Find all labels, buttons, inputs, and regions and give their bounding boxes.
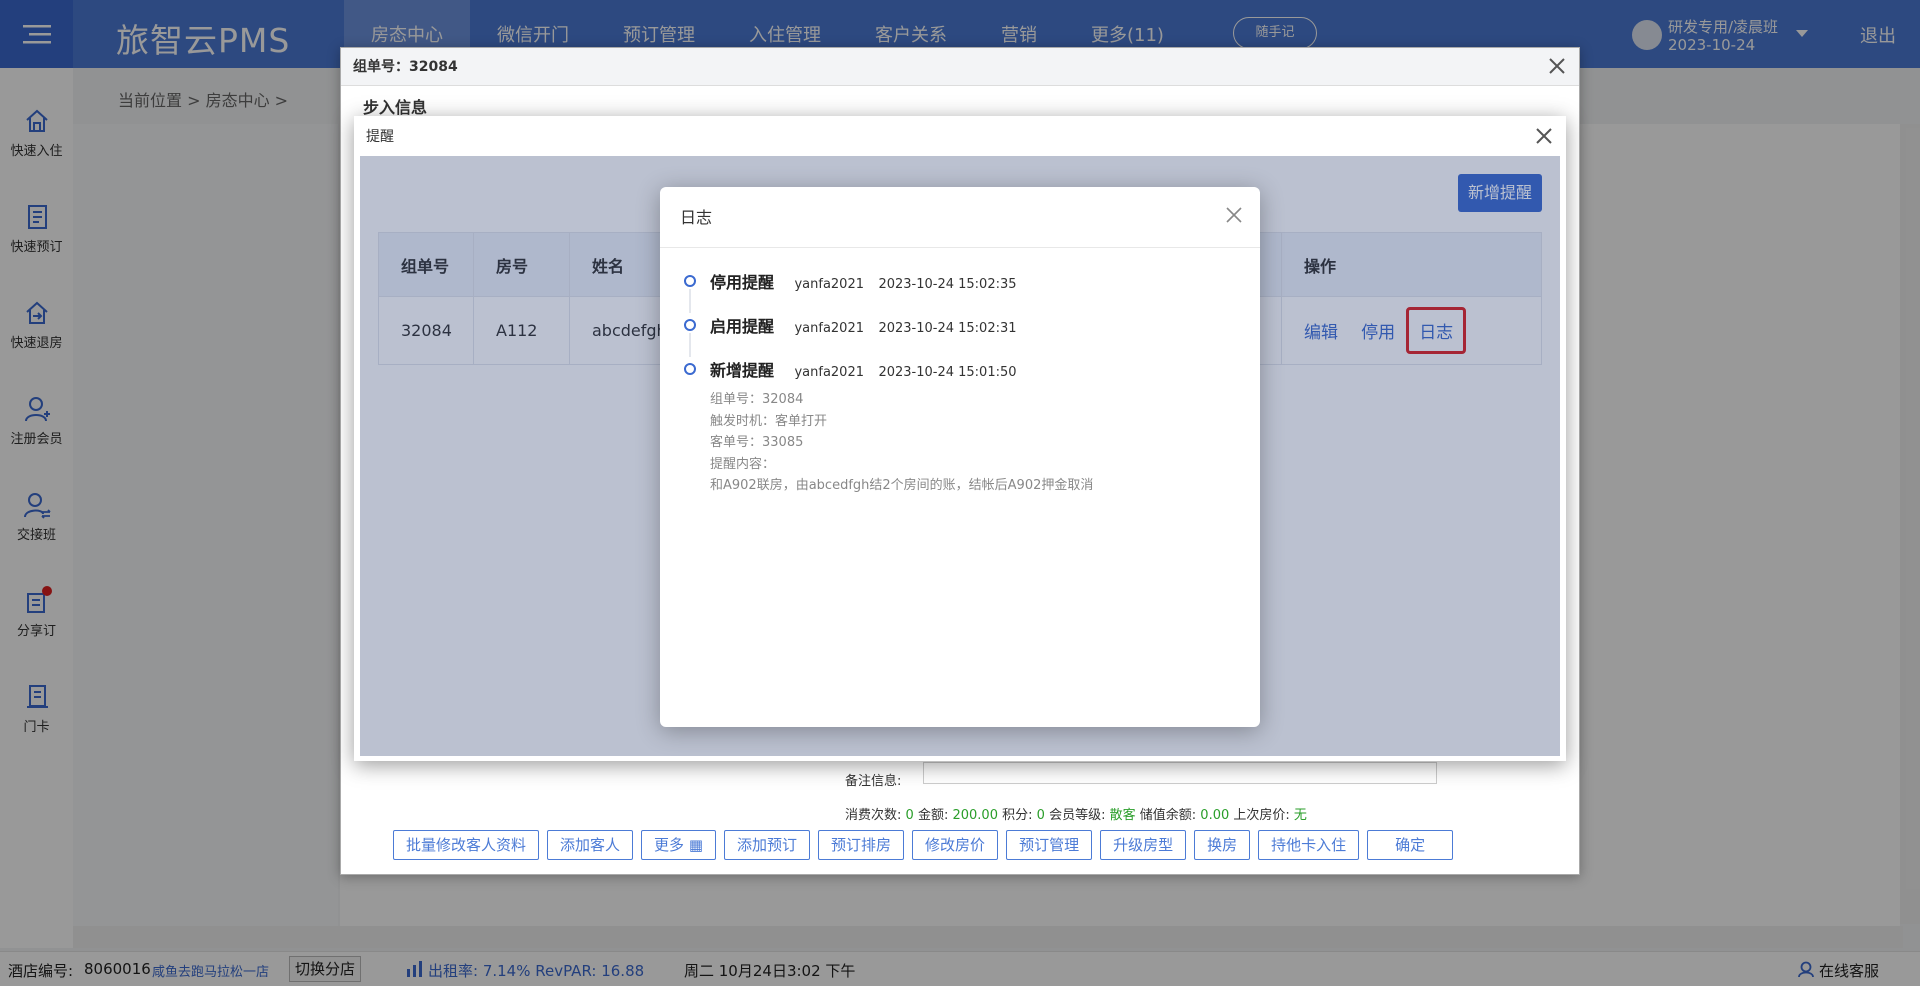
dialog-header: 提醒 [354,116,1566,156]
log-user: yanfa2021 [794,365,864,380]
dialog-title: 日志 [680,208,713,227]
timeline-item: 新增提醒 yanfa2021 2023-10-24 15:01:50 组单号：3… [684,357,1244,497]
log-time: 2023-10-24 15:02:35 [878,277,1017,292]
amount-label: 金额: [917,808,949,823]
log-action: 停用提醒 [710,273,775,292]
close-icon[interactable] [1224,205,1244,225]
assign-rooms-button[interactable]: 预订排房 [818,830,905,860]
confirm-button[interactable]: 确定 [1367,830,1454,860]
last-price-value: 无 [1293,808,1307,823]
log-user: yanfa2021 [794,277,864,292]
edit-rate-button[interactable]: 修改房价 [912,830,999,860]
dialog-actions: 批量修改客人资料 添加客人 更多 ▦ 添加预订 预订排房 修改房价 预订管理 升… [393,830,1461,860]
timeline-dot [684,319,696,331]
close-icon[interactable] [1532,124,1556,148]
add-booking-button[interactable]: 添加预订 [724,830,811,860]
guest-summary: 消费次数: 0 金额: 200.00 积分: 0 会员等级: 散客 储值余额: … [845,804,1307,823]
log-user: yanfa2021 [794,321,864,336]
memo-label: 备注信息: [845,774,902,789]
balance-label: 储值余额: [1139,808,1197,823]
divider [660,247,1260,248]
level-label: 会员等级: [1049,808,1106,823]
timeline-connector [689,333,691,357]
add-guest-button[interactable]: 添加客人 [547,830,634,860]
grid-icon: ▦ [688,836,704,854]
more-button-label: 更多 [654,836,685,854]
close-icon[interactable] [1545,54,1569,78]
points-label: 积分: [1002,808,1033,823]
timeline-item: 启用提醒 yanfa2021 2023-10-24 15:02:31 [684,313,1244,357]
visits-label: 消费次数: [845,808,902,823]
amount-value: 200.00 [952,808,998,823]
dialog-title: 提醒 [366,129,394,145]
timeline-connector [689,289,691,313]
log-action: 新增提醒 [710,361,775,380]
log-timeline: 停用提醒 yanfa2021 2023-10-24 15:02:35 启用提醒 … [684,269,1244,517]
detail-line: 客单号：33085 [710,435,804,450]
log-time: 2023-10-24 15:01:50 [878,365,1017,380]
timeline-item: 停用提醒 yanfa2021 2023-10-24 15:02:35 [684,269,1244,313]
log-details: 组单号：32084 触发时机：客单打开 客单号：33085 提醒内容： 和A90… [710,389,1244,497]
level-value: 散客 [1109,808,1136,823]
log-dialog: 日志 停用提醒 yanfa2021 2023-10-24 15:02:35 启用… [660,187,1260,727]
dialog-header: 组单号：32084 [341,48,1579,86]
visits-value: 0 [905,808,914,823]
timeline-dot [684,363,696,375]
log-action: 启用提醒 [710,317,775,336]
log-time: 2023-10-24 15:02:31 [878,321,1017,336]
last-price-label: 上次房价: [1233,808,1290,823]
dialog-title: 组单号：32084 [353,59,458,75]
balance-value: 0.00 [1200,808,1230,823]
booking-manage-button[interactable]: 预订管理 [1006,830,1093,860]
change-room-button[interactable]: 换房 [1194,830,1251,860]
section-title: 步入信息 [363,98,428,117]
detail-line: 触发时机：客单打开 [710,413,828,429]
batch-edit-guests-button[interactable]: 批量修改客人资料 [393,830,540,860]
upgrade-room-button[interactable]: 升级房型 [1100,830,1187,860]
detail-line: 和A902联房，由abcedfgh结2个房间的账，结帐后A902押金取消 [710,478,1094,493]
timeline-dot [684,275,696,287]
memo-input[interactable] [923,762,1437,784]
points-value: 0 [1036,808,1045,823]
detail-line: 组单号：32084 [710,392,804,407]
detail-line: 提醒内容： [710,456,776,472]
more-button[interactable]: 更多 ▦ [641,830,717,860]
other-card-checkin-button[interactable]: 持他卡入住 [1258,830,1360,860]
